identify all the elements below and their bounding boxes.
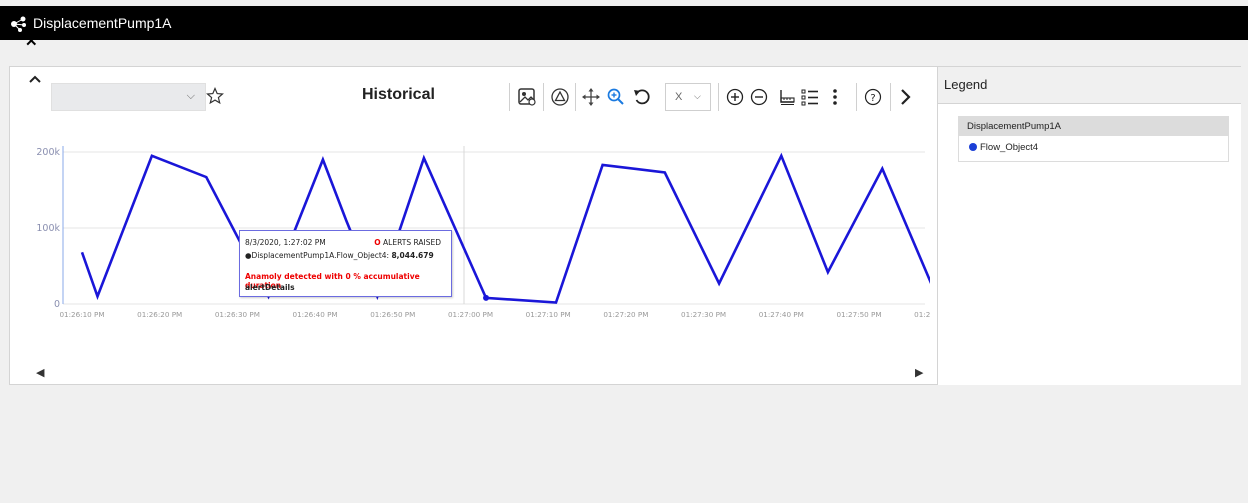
y-tick-label: 100k: [36, 223, 60, 234]
alert-icon: O: [374, 238, 381, 247]
data-point: [151, 155, 153, 157]
data-point: [555, 301, 557, 303]
x-tick-label: 01:26:30 PM: [215, 310, 260, 319]
data-point: [664, 171, 666, 173]
series-color-dot: [969, 143, 977, 151]
data-point: [345, 219, 347, 221]
x-tick-label: 01:27:30 PM: [681, 310, 726, 319]
data-point: [81, 251, 83, 253]
tooltip-details-link[interactable]: alertDetails: [245, 283, 295, 292]
y-tick-label: 0: [54, 299, 60, 310]
axis-select[interactable]: X ⌵: [665, 83, 711, 111]
data-point: [780, 155, 782, 157]
data-point: [601, 164, 603, 166]
tooltip-series: ●DisplacementPump1A.Flow_Object4: 8,044.…: [245, 251, 434, 260]
chevron-down-icon: ⌵: [186, 90, 195, 102]
tag-dropdown[interactable]: ⌵: [51, 83, 206, 111]
window-titlebar: DisplacementPump1A: [0, 6, 1248, 40]
x-tick-label: 01:27:20 PM: [603, 310, 648, 319]
chart-tooltip: 8/3/2020, 1:27:02 PM O ALERTS RAISED ●Di…: [239, 230, 452, 297]
x-tick-label: 01:28:00 PM: [914, 310, 930, 319]
svg-text:?: ?: [870, 93, 875, 104]
toolbar-divider: [543, 83, 544, 111]
toolbar-divider: [575, 83, 576, 111]
list-icon[interactable]: [800, 87, 820, 107]
legend-item-label: Flow_Object4: [980, 142, 1039, 153]
y-tick-label: 200k: [36, 147, 60, 158]
chevron-right-icon[interactable]: [896, 87, 916, 107]
help-icon[interactable]: ?: [863, 87, 883, 107]
legend-pane: Legend DisplacementPump1A Flow_Object4: [937, 67, 1241, 385]
legend-item[interactable]: Flow_Object4: [959, 136, 1228, 161]
data-point: [96, 295, 98, 297]
more-options-icon[interactable]: [825, 87, 845, 107]
x-tick-label: 01:27:10 PM: [526, 310, 571, 319]
collapse-icon[interactable]: [28, 73, 42, 85]
zoom-out-icon[interactable]: [749, 87, 769, 107]
triangle-alert-icon[interactable]: [550, 87, 570, 107]
tooltip-alert-text: ALERTS RAISED: [383, 238, 441, 247]
view-title: Historical: [362, 86, 435, 103]
series-line: [80, 152, 930, 304]
data-point: [423, 157, 425, 159]
close-button[interactable]: ✕: [25, 34, 38, 50]
ruler-icon[interactable]: [777, 87, 797, 107]
scroll-left-arrow[interactable]: ◀: [36, 366, 44, 379]
image-settings-icon[interactable]: [517, 87, 537, 107]
network-icon: [11, 16, 26, 32]
zoom-in-icon[interactable]: [725, 87, 745, 107]
toolbar-divider: [718, 83, 719, 111]
legend-table: DisplacementPump1A Flow_Object4: [958, 116, 1229, 162]
legend-header: Legend: [938, 67, 1241, 104]
tooltip-timestamp: 8/3/2020, 1:27:02 PM: [245, 238, 326, 247]
legend-group-label: DisplacementPump1A: [959, 117, 1228, 136]
x-tick-label: 01:26:20 PM: [137, 310, 182, 319]
tooltip-series-label: ●DisplacementPump1A.Flow_Object4:: [245, 251, 390, 260]
x-tick-label: 01:27:00 PM: [448, 310, 493, 319]
tooltip-alert: O ALERTS RAISED: [374, 238, 441, 247]
window-title: DisplacementPump1A: [33, 15, 172, 31]
chart-panel: ⌵ Historical X ⌵ ? 0 100k 200k 01:26:10 …: [9, 66, 1241, 385]
toolbar-divider: [890, 83, 891, 111]
x-tick-label: 01:27:40 PM: [759, 310, 804, 319]
star-icon[interactable]: [206, 87, 224, 105]
data-point: [205, 176, 207, 178]
legend-title: Legend: [944, 77, 988, 92]
data-point: [881, 168, 883, 170]
zoom-icon[interactable]: [606, 87, 626, 107]
data-point: [718, 282, 720, 284]
toolbar-divider: [509, 83, 510, 111]
data-point: [322, 158, 324, 160]
hover-marker: [483, 294, 490, 301]
x-tick-label: 01:27:50 PM: [836, 310, 881, 319]
x-tick-label: 01:26:50 PM: [370, 310, 415, 319]
pan-icon[interactable]: [581, 87, 601, 107]
tooltip-series-value: 8,044.679: [391, 251, 434, 260]
scroll-right-arrow[interactable]: ▶: [915, 366, 923, 379]
reset-icon[interactable]: [632, 87, 652, 107]
x-tick-label: 01:26:10 PM: [59, 310, 104, 319]
x-tick-label: 01:26:40 PM: [293, 310, 338, 319]
chevron-down-icon: ⌵: [694, 91, 701, 101]
line-chart[interactable]: 0 100k 200k 01:26:10 PM 01:26:20 PM 01:26:30 …: [10, 137, 930, 327]
toolbar-divider: [856, 83, 857, 111]
axis-select-value: X: [675, 91, 683, 103]
data-point: [827, 271, 829, 273]
